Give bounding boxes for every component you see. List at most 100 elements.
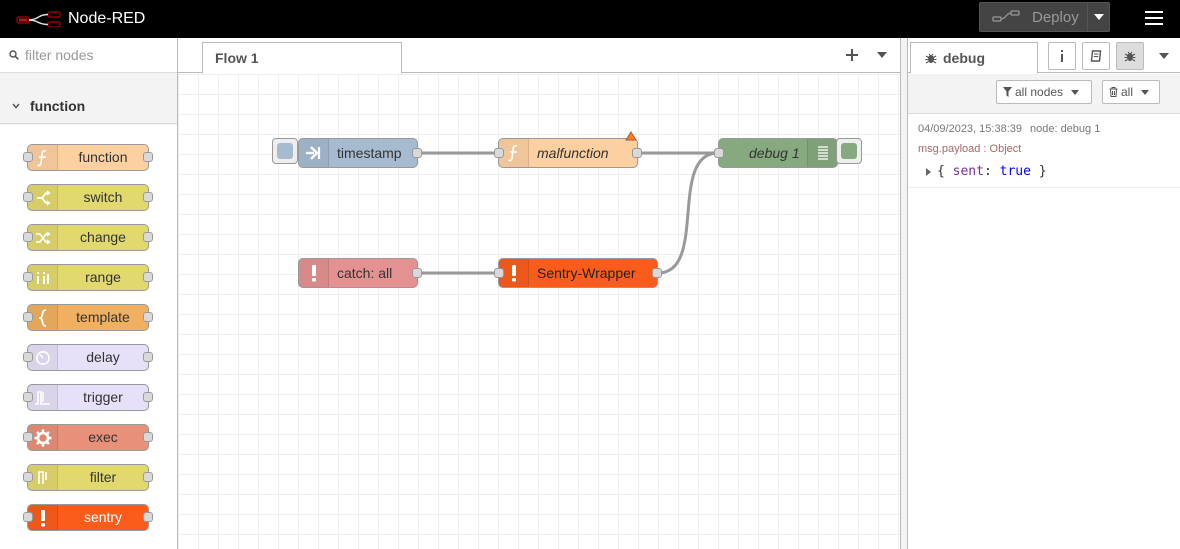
- add-flow-button[interactable]: [842, 44, 862, 66]
- deploy-options-button[interactable]: [1087, 3, 1109, 31]
- bug-icon: [1124, 51, 1136, 62]
- flow-node-malfunction[interactable]: malfunction: [494, 131, 642, 168]
- workspace-tabs: Flow 1: [178, 38, 900, 74]
- flow-node-label: catch: all: [337, 265, 393, 281]
- input-port[interactable]: [714, 148, 724, 158]
- flow-node-catch[interactable]: catch: all: [298, 258, 422, 288]
- palette-node-template[interactable]: template: [23, 304, 153, 331]
- output-port[interactable]: [143, 272, 153, 282]
- output-port[interactable]: [143, 352, 153, 362]
- palette-node-trigger[interactable]: trigger: [23, 384, 153, 411]
- changed-indicator-icon: [625, 131, 637, 141]
- input-port[interactable]: [23, 472, 33, 482]
- flow-node-sentry-wrapper[interactable]: Sentry-Wrapper: [494, 258, 662, 288]
- palette-node-exec[interactable]: exec: [23, 424, 153, 451]
- input-port[interactable]: [23, 192, 33, 202]
- input-port[interactable]: [23, 312, 33, 322]
- debug-clear-label: all: [1121, 85, 1134, 99]
- inject-trigger-button[interactable]: [272, 138, 298, 164]
- input-port[interactable]: [494, 268, 504, 278]
- debug-message[interactable]: 04/09/2023, 15:38:39 node: debug 1 msg.pa…: [908, 116, 1180, 188]
- output-port[interactable]: [143, 432, 153, 442]
- app-title: Node-RED: [68, 10, 146, 27]
- palette-node-change[interactable]: change: [23, 224, 153, 251]
- output-port[interactable]: [143, 152, 153, 162]
- main-menu-button[interactable]: [1140, 5, 1168, 31]
- debug-message-node[interactable]: node: debug 1: [1030, 123, 1100, 135]
- flow-list-button[interactable]: [874, 44, 890, 66]
- flow-node-debug[interactable]: debug 1: [714, 138, 838, 168]
- palette-node-switch[interactable]: switch: [23, 184, 153, 211]
- input-port[interactable]: [23, 272, 33, 282]
- object-open-brace: {: [937, 164, 945, 179]
- output-port[interactable]: [143, 192, 153, 202]
- output-port[interactable]: [143, 392, 153, 402]
- palette-node-sentry[interactable]: sentry: [23, 504, 153, 531]
- output-port[interactable]: [412, 268, 422, 278]
- output-port[interactable]: [143, 512, 153, 522]
- output-port[interactable]: [652, 268, 662, 278]
- sidebar-splitter[interactable]: [900, 38, 908, 549]
- input-port[interactable]: [23, 432, 33, 442]
- caret-down-icon: [1159, 53, 1169, 59]
- sidebar-tab-debug[interactable]: debug: [910, 42, 1038, 74]
- palette-node-label: function: [78, 149, 128, 165]
- flow-node-label: Sentry-Wrapper: [537, 265, 636, 281]
- hamburger-icon: [1145, 11, 1163, 13]
- output-port[interactable]: [632, 148, 642, 158]
- palette-node-delay[interactable]: delay: [23, 344, 153, 371]
- input-port[interactable]: [23, 392, 33, 402]
- debug-list-icon: [807, 139, 837, 167]
- tab-flow-1[interactable]: Flow 1: [202, 42, 402, 74]
- sidebar-menu-button[interactable]: [1156, 48, 1172, 64]
- debug-toggle-face: [841, 143, 857, 159]
- object-value: true: [999, 164, 1031, 179]
- palette-node-range[interactable]: range: [23, 264, 153, 291]
- debug-toolbar: all nodes all: [908, 74, 1180, 114]
- bug-icon: [925, 53, 937, 64]
- sidebar-help-button[interactable]: [1082, 42, 1110, 70]
- caret-down-icon: [1141, 89, 1150, 95]
- output-port[interactable]: [143, 312, 153, 322]
- debug-message-value[interactable]: { sent: true }: [926, 164, 1047, 179]
- debug-toggle-button[interactable]: [836, 138, 862, 164]
- palette-node-label: filter: [89, 469, 117, 485]
- wire-sentry-debug: [657, 151, 719, 275]
- palette-node-label: delay: [86, 349, 120, 365]
- flow-node-label: malfunction: [537, 145, 609, 161]
- sidebar-tabs: debug: [908, 38, 1180, 74]
- palette-search-input[interactable]: [25, 47, 165, 63]
- sidebar-info-button[interactable]: [1048, 42, 1076, 70]
- flow-canvas[interactable]: timestamp malfunction debug 1 catch: all…: [178, 74, 900, 549]
- palette-category-header[interactable]: function: [0, 88, 177, 124]
- output-port[interactable]: [143, 472, 153, 482]
- output-port[interactable]: [412, 148, 422, 158]
- caret-down-icon: [877, 52, 887, 58]
- flow-node-timestamp[interactable]: timestamp: [298, 138, 422, 168]
- input-port[interactable]: [23, 152, 33, 162]
- debug-filter-label: all nodes: [1015, 85, 1064, 99]
- palette-node-label: sentry: [83, 509, 123, 525]
- input-port[interactable]: [494, 148, 504, 158]
- palette-node-function[interactable]: function: [23, 144, 153, 171]
- chevron-down-icon: [12, 103, 20, 109]
- sidebar-debug-button[interactable]: [1116, 42, 1144, 70]
- trash-icon: [1109, 87, 1118, 97]
- sidebar: debug all nodes all 04/09/2023, 15:38:39…: [908, 38, 1180, 549]
- palette-node-label: change: [80, 229, 126, 245]
- debug-clear-button[interactable]: all: [1102, 80, 1160, 104]
- palette-node-label: trigger: [83, 389, 123, 405]
- input-port[interactable]: [23, 232, 33, 242]
- palette-category-label: function: [30, 97, 86, 114]
- expand-arrow-icon[interactable]: [926, 167, 931, 176]
- debug-message-topic: msg.payload : Object: [918, 143, 1022, 155]
- deploy-button[interactable]: Deploy: [979, 2, 1110, 32]
- palette-node-list: function switch change range template de…: [0, 125, 177, 549]
- output-port[interactable]: [143, 232, 153, 242]
- input-port[interactable]: [23, 352, 33, 362]
- tab-label: Flow 1: [215, 50, 259, 66]
- palette-node-filter[interactable]: filter: [23, 464, 153, 491]
- deploy-main[interactable]: Deploy: [980, 3, 1087, 31]
- debug-filter-button[interactable]: all nodes: [996, 80, 1092, 104]
- input-port[interactable]: [23, 512, 33, 522]
